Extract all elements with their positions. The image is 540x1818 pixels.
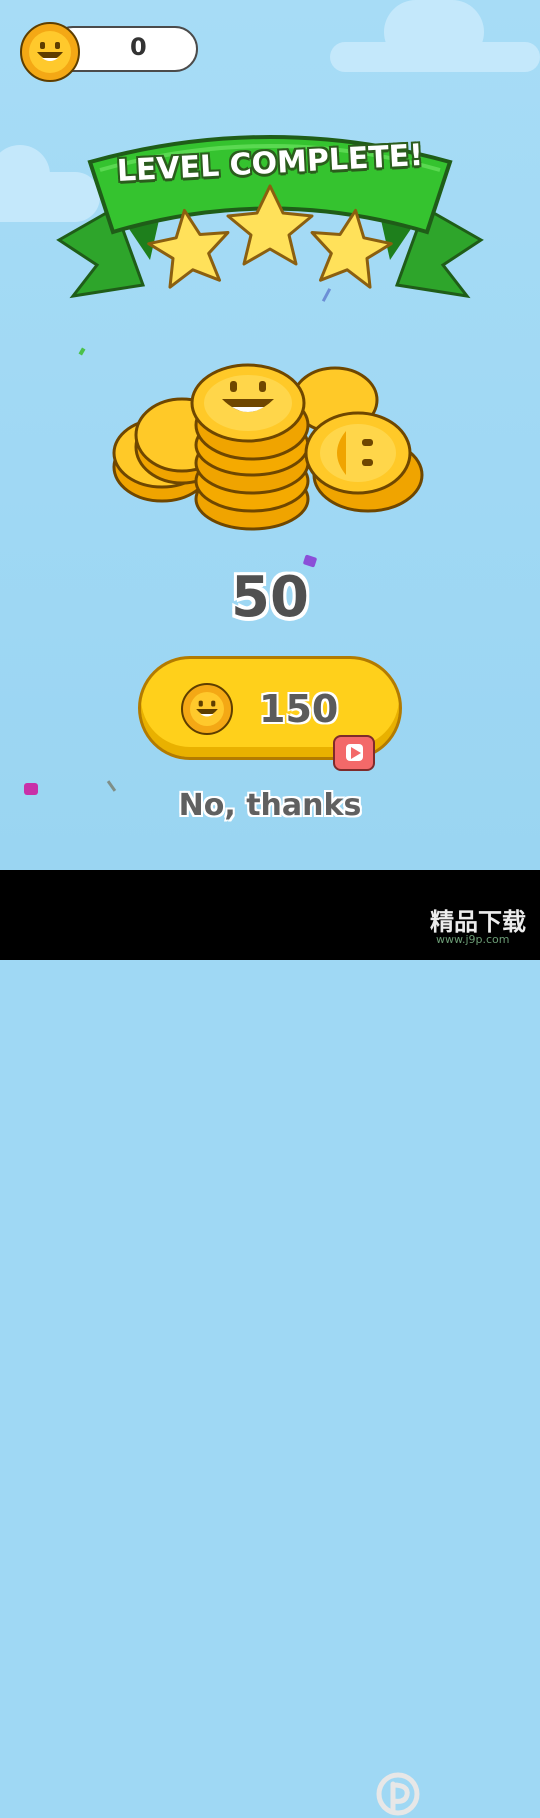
star-icon xyxy=(147,208,230,289)
watermark-logo-icon xyxy=(376,1772,420,1816)
no-thanks-button[interactable]: No, thanks xyxy=(0,788,540,823)
watermark-title: 精品下载 xyxy=(430,908,526,936)
star-icon xyxy=(310,208,393,289)
smiling-coin-icon xyxy=(181,683,233,735)
smiling-coin-icon xyxy=(20,22,80,82)
star-rating xyxy=(147,184,393,289)
video-ad-icon xyxy=(333,735,375,771)
confetti-piece xyxy=(78,347,86,356)
claim-bonus-button[interactable]: 150 xyxy=(138,656,402,771)
bonus-amount: 150 xyxy=(259,687,339,731)
reward-amount: 50 xyxy=(231,565,309,630)
game-background: 0 LEVEL COMPLETE! 50 150 No, thanks xyxy=(0,0,540,870)
star-icon xyxy=(226,184,314,266)
coin-count: 0 xyxy=(130,33,147,61)
cloud xyxy=(384,0,484,64)
coin-face-icon xyxy=(37,42,63,61)
bottom-bar: 精品下载 www.j9p.com xyxy=(0,870,540,1816)
coin-counter: 0 xyxy=(20,22,198,82)
watermark-url: www.j9p.com xyxy=(436,933,510,946)
coin-pile-icon xyxy=(112,363,424,531)
coin-face-icon xyxy=(196,700,218,717)
